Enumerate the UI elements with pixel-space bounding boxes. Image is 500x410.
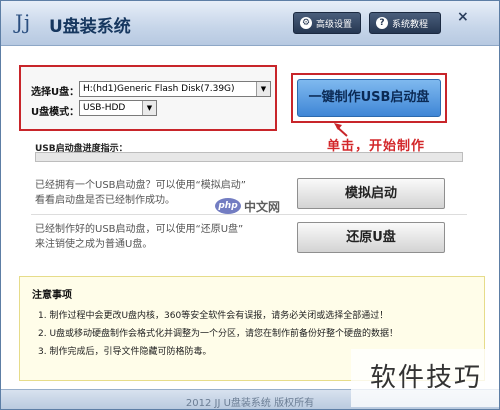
notice-item: 1. 制作过程中会更改U盘内核，360等安全软件会有误报，请务必关闭或选择全部通… bbox=[38, 311, 389, 321]
restore-desc-line2: 来注销使之成为普通U盘。 bbox=[35, 239, 153, 250]
restore-description: 已经制作好的USB启动盘，可以使用“还原U盘” 来注销使之成为普通U盘。 bbox=[35, 222, 243, 252]
restore-desc-line1: 已经制作好的USB启动盘，可以使用“还原U盘” bbox=[35, 224, 244, 235]
notice-title: 注意事项 bbox=[32, 290, 72, 301]
software-tips-watermark: 软件技巧 bbox=[351, 349, 499, 407]
restore-usb-button[interactable]: 还原U盘 bbox=[297, 222, 445, 253]
notice-item: 3. 制作完成后，引导文件隐藏可防格防毒。 bbox=[38, 347, 212, 357]
notice-list: 1. 制作过程中会更改U盘内核，360等安全软件会有误报，请务必关闭或选择全部通… bbox=[38, 307, 398, 361]
progress-bar bbox=[35, 152, 463, 162]
php-logo-icon: php bbox=[215, 198, 241, 214]
simulate-desc-line1: 已经拥有一个USB启动盘？可以使用“模拟启动” bbox=[35, 180, 246, 191]
php-watermark: php 中文网 bbox=[215, 194, 305, 218]
simulate-boot-button[interactable]: 模拟启动 bbox=[297, 178, 445, 209]
php-watermark-text: 中文网 bbox=[244, 199, 281, 214]
app-window: Jj U盘装系统 ⚙ 高级设置 ? 系统教程 × 选择U盘： H:(hd1)Ge… bbox=[0, 0, 500, 410]
notice-item: 2. U盘或移动硬盘制作会格式化并调整为一个分区，请您在制作前备份好整个硬盘的数… bbox=[38, 329, 399, 339]
